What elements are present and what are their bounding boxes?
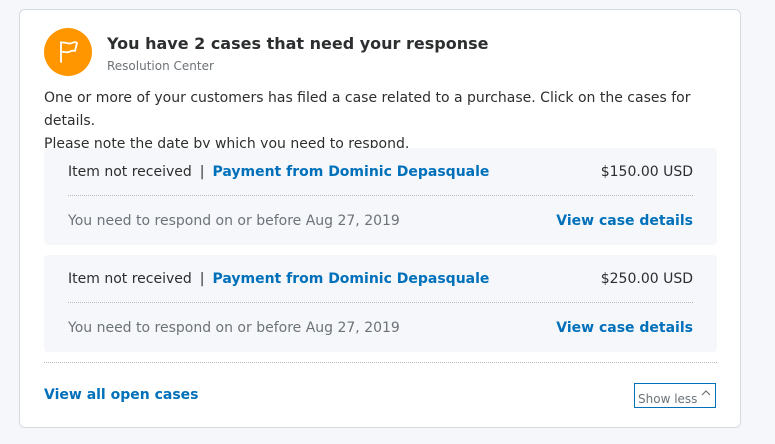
case-deadline-row: You need to respond on or before Aug 27,… bbox=[68, 197, 693, 245]
case-summary-row: Item not received | Payment from Dominic… bbox=[68, 255, 693, 303]
intro-text: One or more of your customers has filed … bbox=[44, 87, 724, 156]
chevron-up-icon bbox=[701, 390, 711, 396]
case-summary-row: Item not received | Payment from Dominic… bbox=[68, 148, 693, 196]
intro-line-1: One or more of your customers has filed … bbox=[44, 90, 691, 129]
separator: | bbox=[199, 163, 205, 180]
case-type: Item not received bbox=[68, 163, 192, 180]
flag-icon bbox=[44, 28, 92, 76]
payment-link[interactable]: Payment from Dominic Depasquale bbox=[212, 164, 489, 180]
resolution-center-card: You have 2 cases that need your response… bbox=[19, 9, 741, 428]
payment-link[interactable]: Payment from Dominic Depasquale bbox=[212, 271, 489, 287]
case-amount: $250.00 USD bbox=[600, 270, 693, 287]
case-card: Item not received | Payment from Dominic… bbox=[44, 255, 717, 352]
response-deadline: You need to respond on or before Aug 27,… bbox=[68, 213, 400, 229]
show-less-label: Show less bbox=[638, 392, 698, 406]
show-less-button[interactable]: Show less bbox=[634, 383, 716, 408]
case-deadline-row: You need to respond on or before Aug 27,… bbox=[68, 304, 693, 352]
subtitle: Resolution Center bbox=[107, 59, 214, 73]
case-type: Item not received bbox=[68, 270, 192, 287]
divider bbox=[44, 362, 717, 363]
response-deadline: You need to respond on or before Aug 27,… bbox=[68, 320, 400, 336]
page-title: You have 2 cases that need your response bbox=[107, 34, 489, 53]
view-case-details-link[interactable]: View case details bbox=[556, 213, 693, 229]
separator: | bbox=[199, 270, 205, 287]
view-all-open-cases-link[interactable]: View all open cases bbox=[44, 387, 199, 403]
case-card: Item not received | Payment from Dominic… bbox=[44, 148, 717, 245]
view-case-details-link[interactable]: View case details bbox=[556, 320, 693, 336]
case-amount: $150.00 USD bbox=[600, 163, 693, 180]
